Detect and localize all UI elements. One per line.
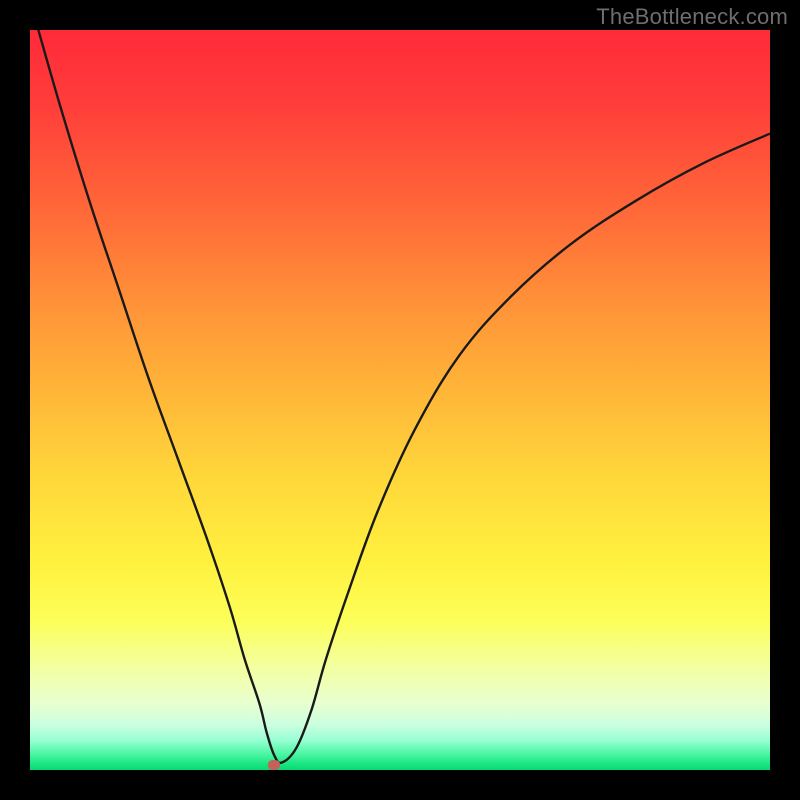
plot-area [30, 30, 770, 770]
bottleneck-curve-path [30, 30, 770, 763]
chart-frame: TheBottleneck.com [0, 0, 800, 800]
minimum-marker [268, 760, 280, 770]
watermark-text: TheBottleneck.com [596, 4, 788, 30]
curve-svg [30, 30, 770, 770]
